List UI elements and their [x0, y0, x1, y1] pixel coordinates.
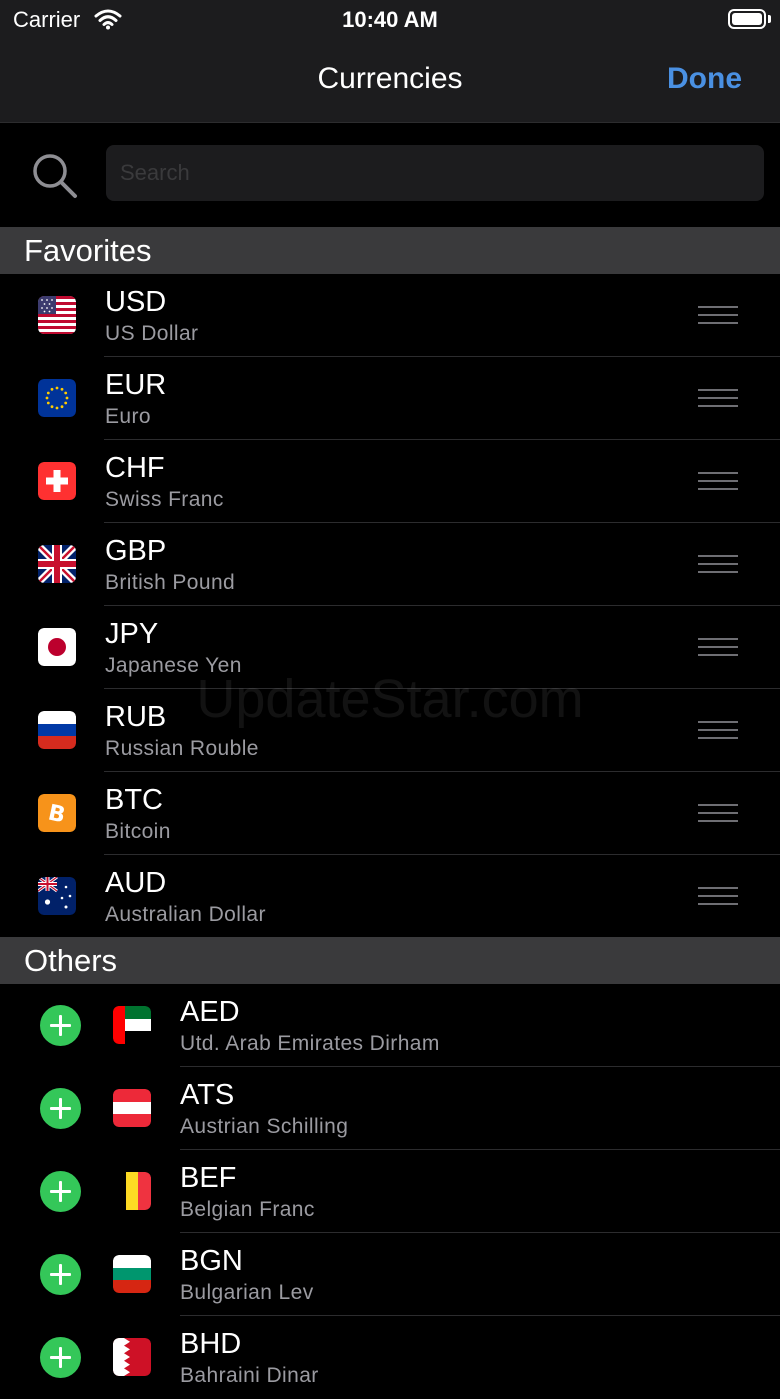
currency-name: Japanese Yen [105, 654, 242, 677]
currency-code: BEF [180, 1162, 237, 1194]
currency-name: Euro [105, 405, 151, 428]
currency-name: Utd. Arab Emirates Dirham [180, 1032, 440, 1055]
ch-flag-icon [38, 462, 76, 500]
currency-name: British Pound [105, 571, 236, 594]
section-title: Others [24, 943, 118, 978]
currency-name: Belgian Franc [180, 1198, 315, 1221]
page-title: Currencies [317, 62, 463, 95]
bitcoin-icon: B [38, 794, 76, 832]
search-bar [0, 123, 780, 226]
eu-flag-icon [38, 379, 76, 417]
done-button[interactable]: Done [667, 62, 742, 96]
bg-flag-icon [113, 1255, 151, 1293]
currency-row-jpy[interactable]: JPY Japanese Yen [0, 606, 780, 689]
currency-code: RUB [105, 701, 167, 733]
others-section-header: Others [0, 937, 780, 984]
currency-code: GBP [105, 535, 167, 567]
currency-row-rub[interactable]: RUB Russian Rouble [0, 689, 780, 772]
currency-name: Bulgarian Lev [180, 1281, 314, 1304]
currency-code: ATS [180, 1079, 235, 1111]
currency-row-aud[interactable]: AUD Australian Dollar [0, 855, 780, 938]
at-flag-icon [113, 1089, 151, 1127]
add-favorite-button[interactable] [40, 1337, 81, 1378]
currency-code: AUD [105, 867, 167, 899]
currency-code: BGN [180, 1245, 243, 1277]
reorder-handle-icon[interactable] [698, 555, 738, 574]
section-title: Favorites [24, 233, 152, 268]
currency-name: Bahraini Dinar [180, 1364, 319, 1387]
currency-row-aed[interactable]: AED Utd. Arab Emirates Dirham [0, 984, 780, 1067]
search-icon [30, 151, 78, 204]
reorder-handle-icon[interactable] [698, 804, 738, 823]
add-favorite-button[interactable] [40, 1088, 81, 1129]
currency-row-chf[interactable]: CHF Swiss Franc [0, 440, 780, 523]
currency-row-gbp[interactable]: GBP British Pound [0, 523, 780, 606]
currency-name: Bitcoin [105, 820, 171, 843]
gb-flag-icon [38, 545, 76, 583]
currency-row-bgn[interactable]: BGN Bulgarian Lev [0, 1233, 780, 1316]
battery-cap [768, 15, 771, 23]
favorites-section-header: Favorites [0, 227, 780, 274]
currency-code: EUR [105, 369, 167, 401]
navigation-bar: Currencies Done [0, 40, 780, 123]
reorder-handle-icon[interactable] [698, 306, 738, 325]
currency-row-btc[interactable]: B BTC Bitcoin [0, 772, 780, 855]
be-flag-icon [113, 1172, 151, 1210]
currency-code: USD [105, 286, 167, 318]
add-favorite-button[interactable] [40, 1254, 81, 1295]
currency-row-bef[interactable]: BEF Belgian Franc [0, 1150, 780, 1233]
au-flag-icon [38, 877, 76, 915]
reorder-handle-icon[interactable] [698, 472, 738, 491]
currency-row-eur[interactable]: EUR Euro [0, 357, 780, 440]
currency-row-usd[interactable]: USD US Dollar [0, 274, 780, 357]
currency-code: JPY [105, 618, 159, 650]
favorites-list: USD US Dollar EUR Euro CHF Swiss Franc G… [0, 274, 780, 938]
reorder-handle-icon[interactable] [698, 638, 738, 657]
reorder-handle-icon[interactable] [698, 721, 738, 740]
others-list: AED Utd. Arab Emirates Dirham ATS Austri… [0, 984, 780, 1399]
ae-flag-icon [113, 1006, 151, 1044]
currency-code: CHF [105, 452, 165, 484]
currency-name: Swiss Franc [105, 488, 224, 511]
bh-flag-icon [113, 1338, 151, 1376]
status-bar: Carrier 10:40 AM [0, 0, 780, 40]
currency-code: BTC [105, 784, 163, 816]
battery-icon [728, 9, 766, 29]
us-flag-icon [38, 296, 76, 334]
jp-flag-icon [38, 628, 76, 666]
add-favorite-button[interactable] [40, 1171, 81, 1212]
add-favorite-button[interactable] [40, 1005, 81, 1046]
ru-flag-icon [38, 711, 76, 749]
currency-row-ats[interactable]: ATS Austrian Schilling [0, 1067, 780, 1150]
reorder-handle-icon[interactable] [698, 389, 738, 408]
currency-code: BHD [180, 1328, 242, 1360]
currency-name: Russian Rouble [105, 737, 259, 760]
reorder-handle-icon[interactable] [698, 887, 738, 906]
status-time: 10:40 AM [342, 7, 438, 32]
currency-code: AED [180, 996, 240, 1028]
currency-name: Australian Dollar [105, 903, 266, 926]
currency-name: Austrian Schilling [180, 1115, 349, 1138]
currency-name: US Dollar [105, 322, 199, 345]
search-input[interactable] [106, 145, 764, 201]
